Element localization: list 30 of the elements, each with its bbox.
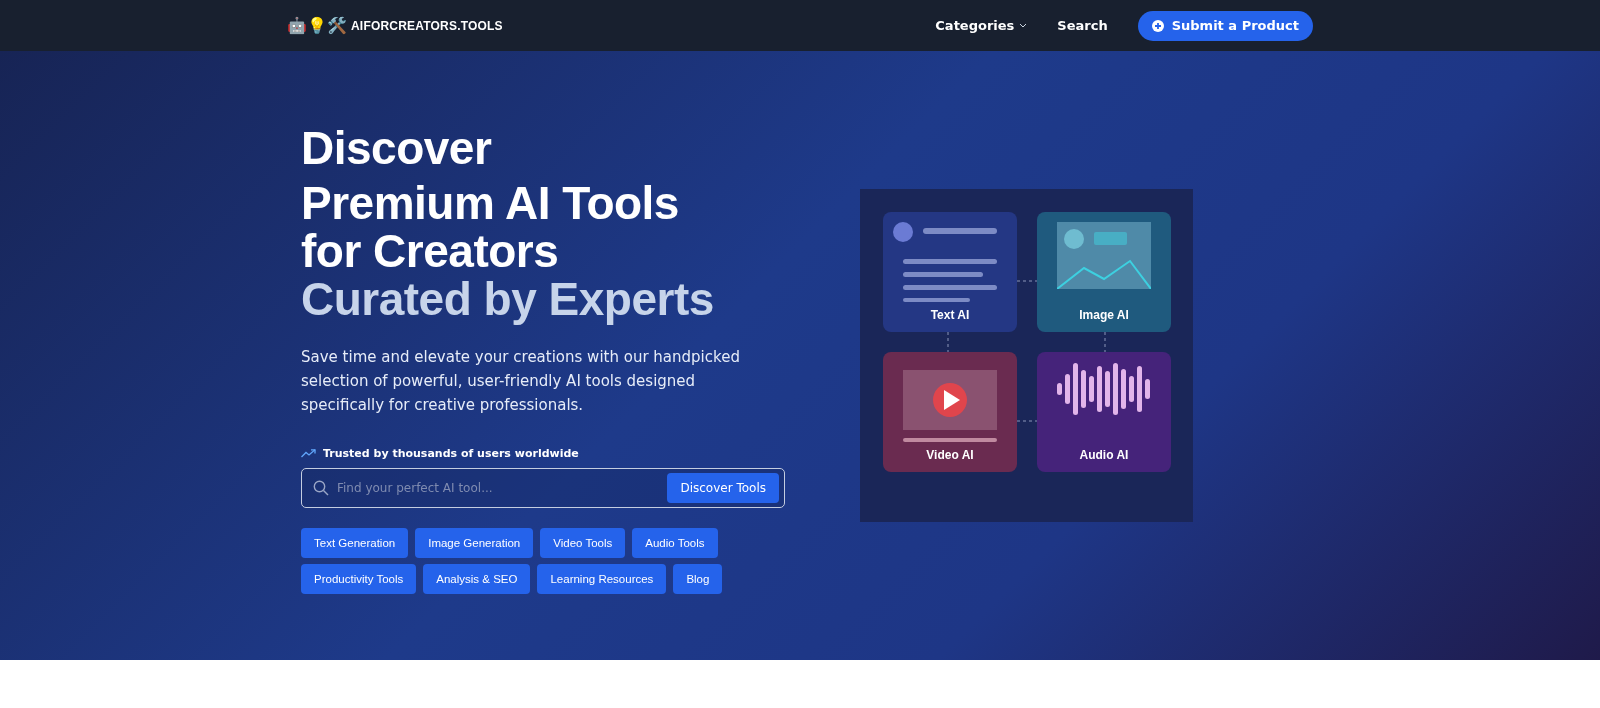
image-picture-icon [1057, 222, 1151, 289]
trust-caption: Trusted by thousands of users worldwide [323, 447, 579, 460]
hero-heading-line: Curated by Experts [301, 275, 715, 323]
hero-heading-line: Premium AI Tools [301, 179, 680, 227]
category-tag[interactable]: Analysis & SEO [423, 564, 531, 594]
category-tag[interactable]: Productivity Tools [301, 564, 417, 594]
search-icon [313, 480, 329, 496]
category-tag[interactable]: Image Generation [415, 528, 534, 558]
card-label: Audio AI [1079, 448, 1129, 462]
card-label: Text AI [930, 308, 970, 322]
card-label: Video AI [926, 448, 974, 462]
hero-description: Save time and elevate your creations with our handpicked selection of powerful, user-friendly AI tools designed specifically for creative professionals. [301, 347, 741, 416]
hero-heading-line: Discover [301, 121, 493, 176]
nav-link[interactable]: Categories [935, 18, 1028, 33]
logo-emoji: 🤖💡🛠 [287, 16, 347, 35]
site-logo-text[interactable]: AIFORCREATORS.TOOLS [351, 18, 503, 33]
category-tag[interactable]: Text Generation [301, 528, 409, 558]
nav-link[interactable]: Search [1057, 18, 1108, 33]
category-tag[interactable]: Video Tools [540, 528, 626, 558]
search-field[interactable]: Find your perfect AI tool... Discover Tools [301, 468, 785, 508]
category-tag[interactable]: Audio Tools [632, 528, 718, 558]
submit-product-button[interactable]: Submit a Product [1137, 10, 1313, 41]
category-tag[interactable]: Learning Resources [537, 564, 667, 594]
card-label: Image AI [1079, 308, 1129, 322]
plus-circle-icon [1151, 19, 1164, 32]
sound-wave-icon [1057, 362, 1151, 416]
category-tag[interactable]: Blog [673, 564, 723, 594]
hero-heading-line: for Creators [301, 227, 560, 275]
trending-up-icon [301, 449, 316, 458]
discover-tools-button[interactable]: Discover Tools [667, 473, 779, 503]
